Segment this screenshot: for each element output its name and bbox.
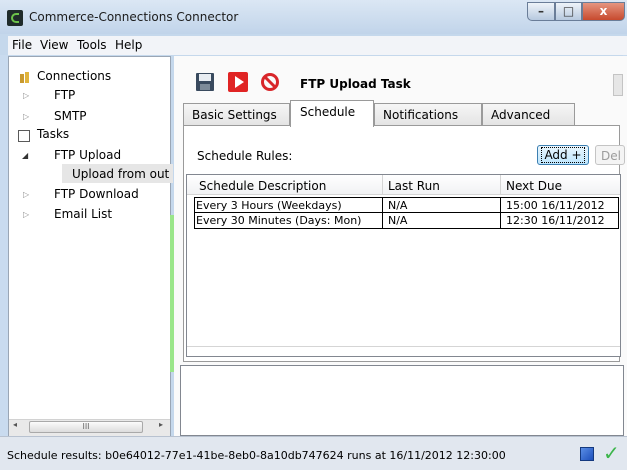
tree-item-ftp[interactable]: FTP: [54, 88, 75, 102]
connections-icon: [20, 72, 29, 83]
column-header-description[interactable]: Schedule Description: [199, 179, 326, 193]
expand-arrow-icon[interactable]: ▷: [23, 190, 29, 199]
add-rule-button[interactable]: Add +: [537, 145, 589, 165]
tab-advanced[interactable]: Advanced: [482, 103, 575, 125]
column-divider[interactable]: [500, 175, 501, 194]
cell-last-run: N/A: [388, 214, 408, 227]
cell-next-due: 15:00 16/11/2012: [506, 199, 605, 212]
maximize-button[interactable]: □: [555, 2, 582, 21]
menu-help[interactable]: Help: [115, 38, 142, 52]
row-right-border: [618, 197, 619, 229]
row-left-border: [194, 197, 195, 229]
tree-item-tasks[interactable]: Tasks: [37, 127, 69, 141]
cell-divider: [500, 198, 501, 214]
collapse-arrow-icon[interactable]: ◢: [22, 151, 28, 160]
window-border-left: [0, 55, 8, 436]
tree-item-upload-from-out[interactable]: Upload from out: [72, 167, 169, 181]
cell-last-run: N/A: [388, 199, 408, 212]
tree-item-smtp[interactable]: SMTP: [54, 109, 87, 123]
tasks-icon: [18, 130, 30, 142]
table-header: Schedule Description Last Run Next Due: [187, 175, 620, 195]
close-button[interactable]: x: [582, 2, 625, 21]
cell-divider: [382, 198, 383, 214]
cell-description: Every 3 Hours (Weekdays): [196, 199, 342, 212]
checkmark-icon: ✓: [603, 441, 620, 465]
column-divider[interactable]: [382, 175, 383, 194]
expand-arrow-icon[interactable]: ▷: [23, 112, 29, 121]
connections-tree[interactable]: Connections ▷ FTP ▷ SMTP Tasks ◢ FTP Upl…: [8, 56, 173, 436]
table-row[interactable]: Every 30 Minutes (Days: Mon) N/A 12:30 1…: [194, 213, 619, 229]
tree-item-connections[interactable]: Connections: [37, 69, 111, 83]
window-title: Commerce-Connections Connector: [29, 10, 239, 24]
run-icon[interactable]: [228, 72, 248, 92]
table-row[interactable]: Every 3 Hours (Weekdays) N/A 15:00 16/11…: [194, 197, 619, 214]
app-icon: [7, 10, 23, 26]
tab-basic-settings[interactable]: Basic Settings: [183, 103, 290, 125]
rule-details-box[interactable]: [180, 365, 624, 436]
expand-arrow-icon[interactable]: ▷: [23, 91, 29, 100]
cell-divider: [500, 213, 501, 229]
stop-icon[interactable]: [260, 72, 280, 92]
minimize-button[interactable]: –: [527, 2, 555, 21]
save-icon[interactable]: [195, 72, 215, 92]
maximize-icon: □: [562, 4, 575, 18]
toolbar-overflow-scroll[interactable]: [613, 74, 623, 96]
tree-item-ftp-upload[interactable]: FTP Upload: [54, 148, 121, 162]
scroll-thumb[interactable]: III: [29, 421, 143, 433]
menu-tools[interactable]: Tools: [77, 38, 107, 52]
menu-view[interactable]: View: [40, 38, 68, 52]
scroll-right-icon[interactable]: ▸: [159, 420, 163, 429]
add-rule-label: Add +: [541, 147, 585, 163]
tab-notifications[interactable]: Notifications: [374, 103, 482, 125]
column-header-last-run[interactable]: Last Run: [388, 179, 440, 193]
status-text: Schedule results: b0e64012-77e1-41be-8eb…: [7, 449, 506, 462]
minimize-icon: –: [538, 4, 544, 18]
tab-schedule[interactable]: Schedule: [290, 100, 374, 127]
schedule-rules-label: Schedule Rules:: [197, 149, 293, 163]
tree-item-ftp-download[interactable]: FTP Download: [54, 187, 139, 201]
task-title: FTP Upload Task: [300, 77, 411, 91]
column-header-next-due[interactable]: Next Due: [506, 179, 562, 193]
status-indicator-icon: [580, 447, 594, 461]
delete-rule-button[interactable]: Del: [595, 145, 625, 165]
tree-item-email-list[interactable]: Email List: [54, 207, 112, 221]
scroll-left-icon[interactable]: ◂: [13, 420, 17, 429]
table-divider: [187, 346, 620, 347]
cell-description: Every 30 Minutes (Days: Mon): [196, 214, 362, 227]
cell-divider: [382, 213, 383, 229]
application-window: Commerce-Connections Connector – □ x Fil…: [0, 0, 627, 470]
menu-file[interactable]: File: [12, 38, 32, 52]
close-icon: x: [599, 4, 608, 18]
cell-next-due: 12:30 16/11/2012: [506, 214, 605, 227]
expand-arrow-icon[interactable]: ▷: [23, 210, 29, 219]
